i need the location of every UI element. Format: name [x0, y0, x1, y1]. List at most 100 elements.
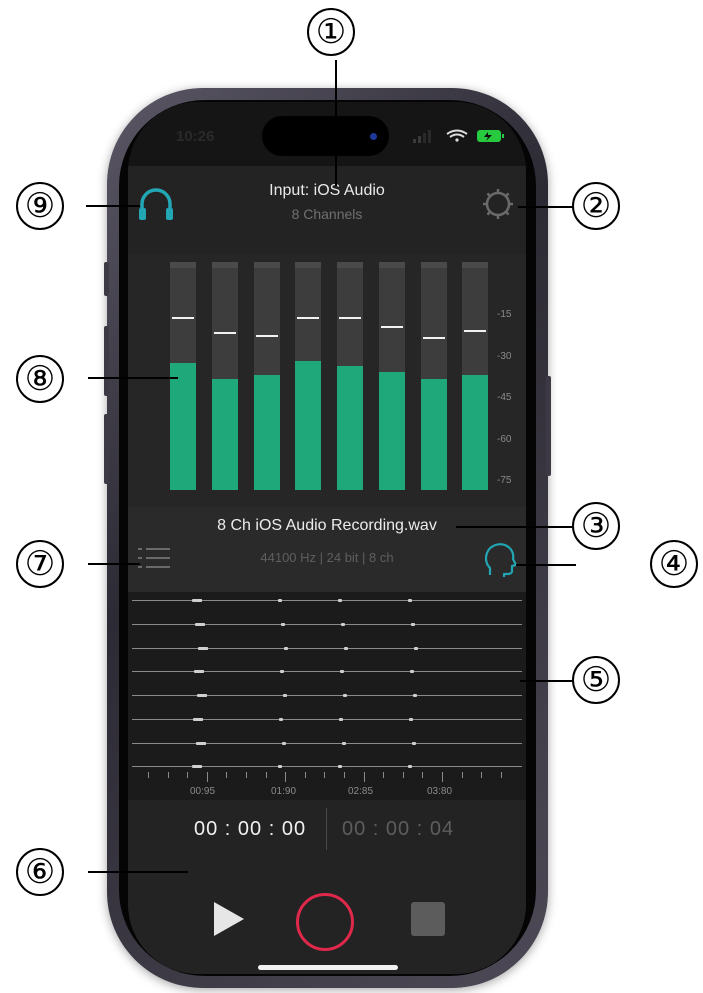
waveform-peak: [344, 647, 348, 650]
waveform-track: [132, 766, 522, 767]
home-indicator[interactable]: [258, 965, 398, 970]
meter-channel: [254, 262, 280, 490]
time-divider: [326, 808, 327, 850]
timeline-tick: [226, 772, 228, 778]
callout-8: ⑧: [16, 355, 64, 403]
timeline-ruler[interactable]: 00:95 01:90 02:85 03:80: [128, 768, 526, 800]
timeline-tick: [500, 772, 502, 778]
waveform-peak: [414, 647, 418, 650]
transport-controls: 00 : 00 : 00 00 : 00 : 04: [128, 800, 526, 974]
callout-line-4: [516, 564, 576, 566]
meter-peak-marker: [381, 326, 403, 328]
meter-cap: [421, 262, 447, 268]
meter-level: [379, 372, 405, 490]
meter-channel: [295, 262, 321, 490]
wifi-icon: [446, 129, 468, 142]
waveform-track: [132, 695, 522, 696]
meter-cap: [170, 262, 196, 268]
play-button[interactable]: [214, 902, 244, 936]
waveform-peak: [280, 670, 284, 673]
timeline-tick: [344, 772, 345, 778]
meter-cap: [337, 262, 363, 268]
meter-peak-marker: [256, 335, 278, 337]
waveform-peak: [408, 599, 412, 602]
waveform-peak: [412, 742, 416, 745]
meter-level: [295, 361, 321, 490]
waveform-peak: [343, 694, 347, 697]
meter-channel: [170, 262, 196, 490]
timeline-tick: [461, 772, 463, 778]
battery-icon: [477, 130, 504, 142]
meter-peak-marker: [214, 332, 236, 334]
action-button: [104, 262, 109, 296]
record-button[interactable]: [296, 893, 354, 951]
meter-level: [170, 363, 196, 490]
status-icons: [413, 129, 504, 143]
meter-channel: [421, 262, 447, 490]
callout-6: ⑥: [16, 848, 64, 896]
waveform-track: [132, 671, 522, 672]
waveform-peak: [341, 623, 345, 626]
callout-4: ④: [650, 540, 698, 588]
callout-2: ②: [572, 182, 620, 230]
volume-up-button: [104, 326, 109, 396]
waveform-peak: [198, 599, 202, 602]
stop-button[interactable]: [411, 902, 445, 936]
meter-scale-label: -45: [497, 392, 512, 403]
waveform-track: [132, 743, 522, 744]
signal-icon: [413, 130, 431, 143]
app-screen: 10:26 Input: iOS Audio 8 Channels -15 -3…: [128, 102, 526, 974]
input-header: Input: iOS Audio 8 Channels: [128, 166, 526, 254]
waveform-peak: [202, 742, 206, 745]
waveform-view[interactable]: [128, 592, 526, 768]
timeline-tick: [265, 772, 267, 778]
timeline-tick: [148, 772, 149, 778]
input-title[interactable]: Input: iOS Audio: [128, 182, 526, 200]
waveform-track: [132, 719, 522, 720]
waveform-peak: [413, 694, 417, 697]
power-button: [546, 376, 551, 476]
callout-line-9: [86, 205, 140, 207]
callout-7: ⑦: [16, 540, 64, 588]
list-icon[interactable]: [138, 545, 172, 573]
waveform-peak: [342, 742, 346, 745]
timeline-label: 02:85: [348, 786, 374, 797]
meter-channel: [212, 262, 238, 490]
timeline-tick: [383, 772, 385, 778]
meter-scale-label: -30: [497, 350, 512, 362]
meter-scale-label: -15: [497, 309, 512, 320]
timeline-tick: [304, 772, 306, 778]
timeline-tick: [402, 772, 404, 778]
head-profile-icon[interactable]: [484, 541, 518, 579]
total-time: 00 : 00 : 04: [342, 818, 455, 840]
gear-icon[interactable]: [480, 186, 516, 222]
meter-channel: [462, 262, 488, 490]
meter-peak-marker: [423, 337, 445, 339]
waveform-peak: [283, 694, 287, 697]
timeline-tick: [481, 772, 483, 778]
meter-scale-label: -75: [497, 475, 512, 486]
timeline-tick: [363, 772, 365, 782]
waveform-peak: [203, 694, 207, 697]
waveform-peak: [281, 623, 285, 626]
callout-line-3: [456, 526, 572, 528]
waveform-peak: [338, 599, 342, 602]
waveform-peak: [279, 718, 283, 721]
timeline-label: 00:95: [190, 786, 216, 797]
meter-scale-label: -60: [497, 433, 512, 445]
callout-1: ①: [307, 8, 355, 56]
status-time: 10:26: [176, 128, 215, 145]
waveform-peak: [199, 718, 203, 721]
timeline-tick: [187, 772, 189, 778]
meter-channel: [337, 262, 363, 490]
timeline-label: 03:80: [427, 786, 453, 797]
waveform-track: [132, 624, 522, 625]
meter-peak-marker: [297, 317, 319, 319]
waveform-peak: [411, 623, 415, 626]
meter-cap: [379, 262, 405, 268]
callout-line-1: [335, 60, 337, 186]
callout-line-7: [88, 563, 140, 565]
waveform-peak: [339, 718, 343, 721]
meter-level: [337, 366, 363, 490]
waveform-peak: [409, 718, 413, 721]
